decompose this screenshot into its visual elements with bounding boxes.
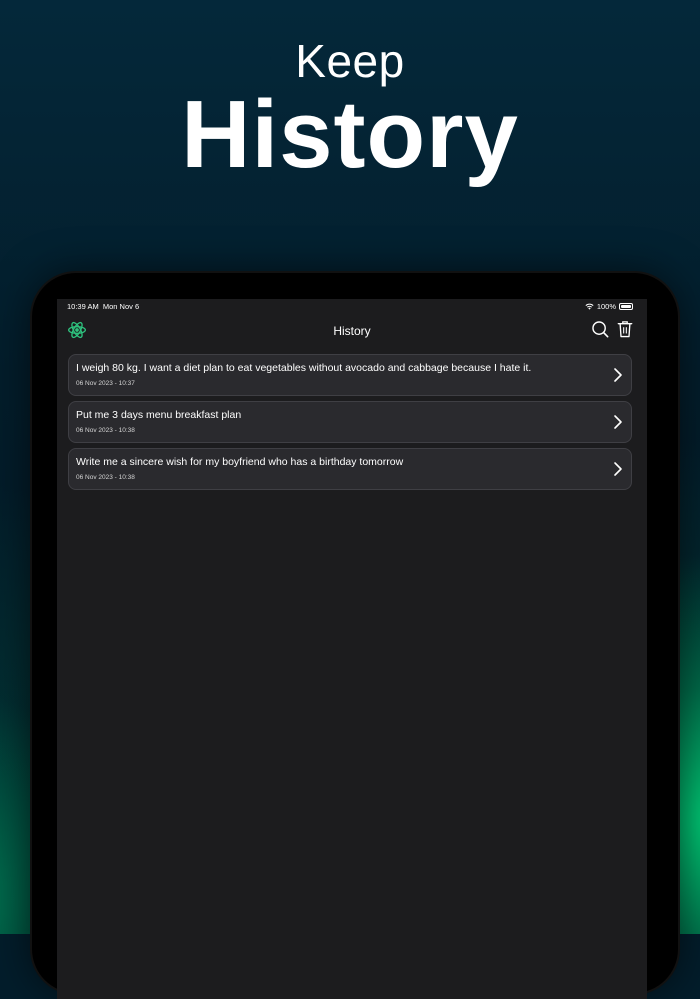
history-list: I weigh 80 kg. I want a diet plan to eat… bbox=[68, 354, 632, 495]
history-item-date: 06 Nov 2023 - 10:38 bbox=[76, 474, 135, 481]
app-screen: 10:39 AM Mon Nov 6 100% History I weigh … bbox=[57, 299, 647, 999]
history-item-title: Put me 3 days menu breakfast plan bbox=[76, 409, 242, 421]
history-item-date: 06 Nov 2023 - 10:38 bbox=[76, 427, 135, 434]
history-item[interactable]: I weigh 80 kg. I want a diet plan to eat… bbox=[68, 354, 632, 396]
promo-headline-history: History bbox=[181, 81, 519, 188]
battery-icon bbox=[619, 303, 633, 310]
status-clock: 10:39 AM bbox=[67, 302, 99, 311]
history-item-title: Write me a sincere wish for my boyfriend… bbox=[76, 456, 404, 468]
page-title: History bbox=[333, 324, 371, 338]
history-item[interactable]: Write me a sincere wish for my boyfriend… bbox=[68, 448, 632, 490]
status-date: Mon Nov 6 bbox=[102, 302, 140, 311]
status-right: 100% bbox=[585, 302, 633, 311]
status-time: 10:39 AM Mon Nov 6 bbox=[67, 302, 139, 311]
trash-icon[interactable] bbox=[617, 320, 633, 338]
history-item-date: 06 Nov 2023 - 10:37 bbox=[76, 380, 135, 387]
chevron-right-icon bbox=[614, 462, 622, 476]
history-item-title: I weigh 80 kg. I want a diet plan to eat… bbox=[76, 362, 532, 374]
search-icon[interactable] bbox=[591, 320, 609, 338]
history-item[interactable]: Put me 3 days menu breakfast plan 06 Nov… bbox=[68, 401, 632, 443]
chevron-right-icon bbox=[614, 368, 622, 382]
nav-bar: History bbox=[57, 315, 647, 347]
wifi-icon bbox=[585, 303, 594, 310]
battery-percent: 100% bbox=[596, 302, 616, 311]
status-bar: 10:39 AM Mon Nov 6 100% bbox=[57, 299, 647, 315]
chevron-right-icon bbox=[614, 415, 622, 429]
